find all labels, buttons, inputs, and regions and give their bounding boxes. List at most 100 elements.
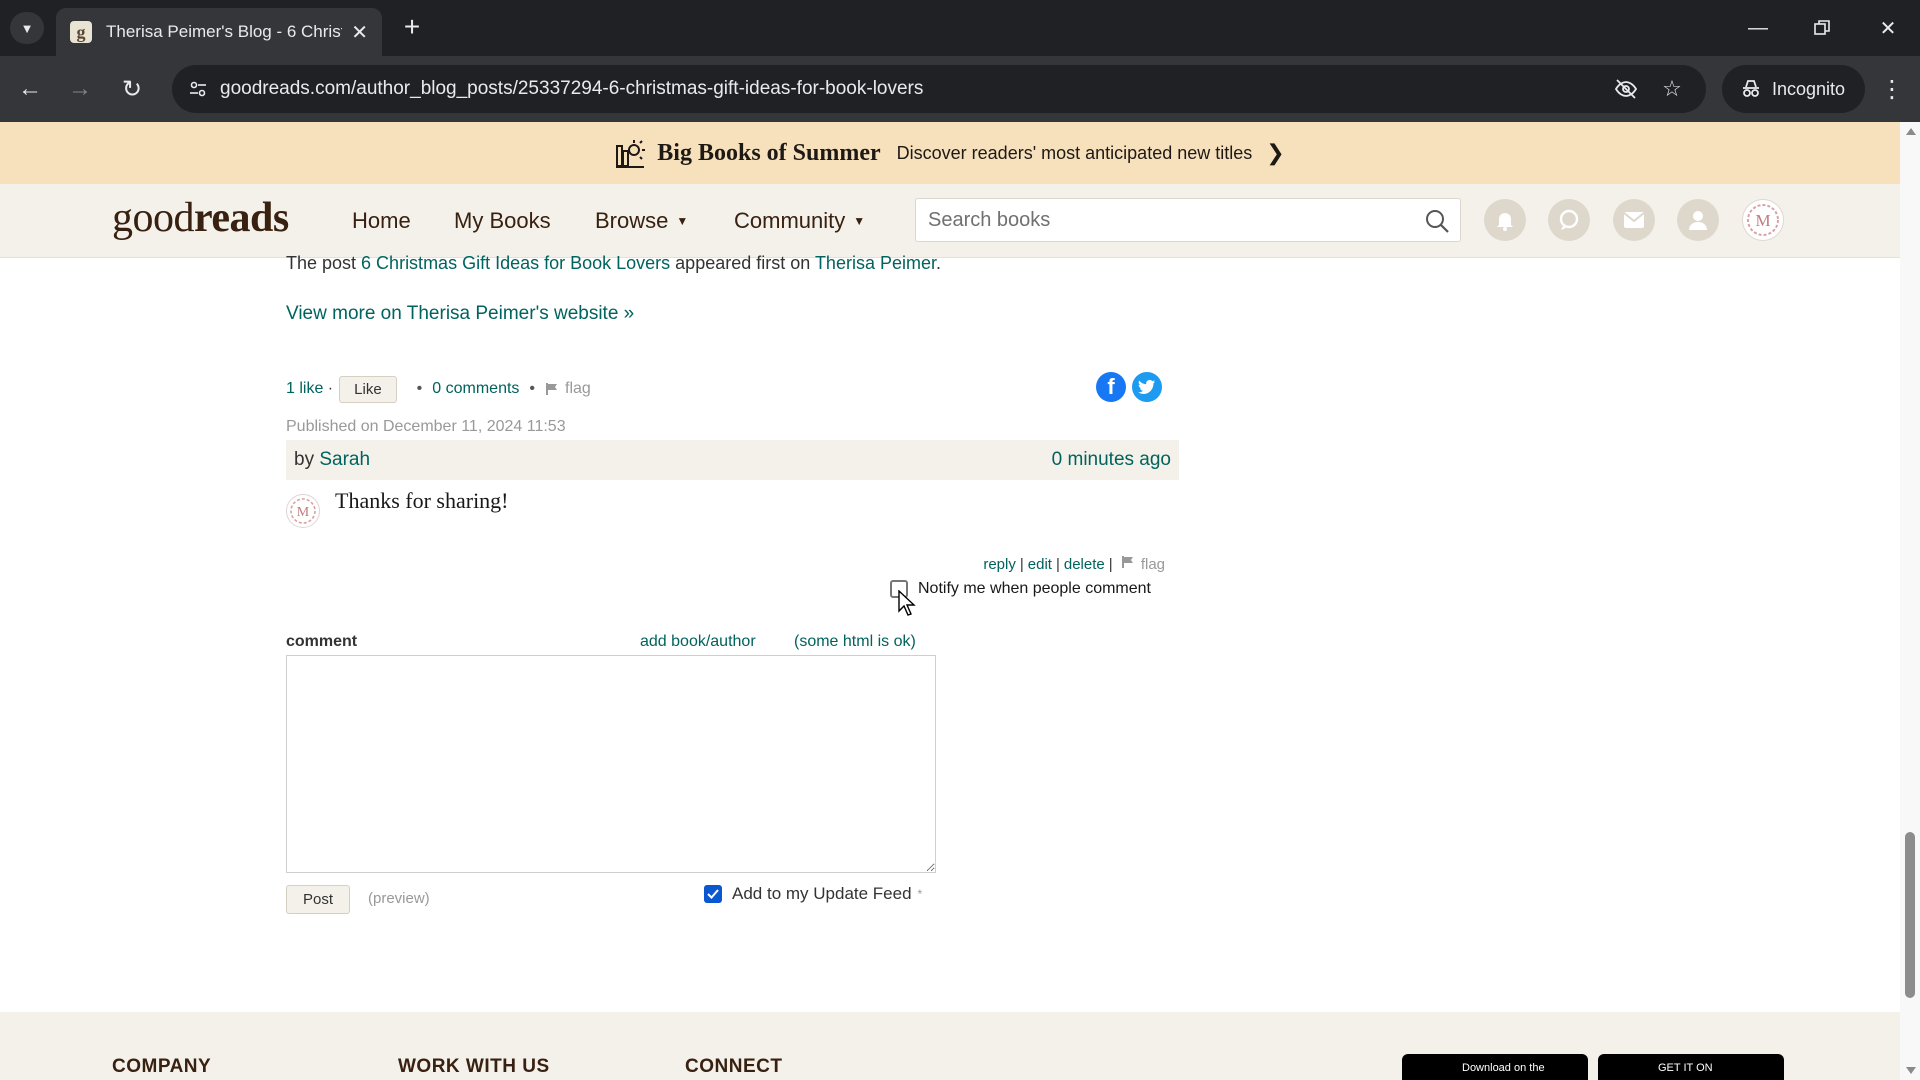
close-window-icon[interactable]: ✕ [1866,10,1910,46]
edit-link[interactable]: edit [1028,556,1052,573]
reply-link[interactable]: reply [983,556,1016,573]
nav-home[interactable]: Home [352,208,411,234]
minimize-window-icon[interactable]: — [1736,10,1780,46]
twitter-share-icon[interactable] [1132,372,1162,402]
comment-textarea[interactable] [286,655,936,873]
google-play-text: GET IT ON [1658,1062,1713,1074]
update-feed-label: Add to my Update Feed [732,884,912,903]
facebook-share-icon[interactable]: f [1096,372,1126,402]
friends-user-icon[interactable] [1677,199,1719,241]
checkmark-icon [707,889,719,899]
comment-actions: reply | edit | delete | flag [286,555,1165,573]
mouse-cursor-icon [898,590,916,616]
comment-header: by Sarah 0 minutes ago [286,440,1179,480]
comment-flag-link[interactable]: flag [1141,556,1165,573]
page-viewport: Big Books of Summer Discover readers' mo… [0,122,1900,1080]
notify-label: Notify me when people comment [918,580,1151,597]
post-comment-button[interactable]: Post [286,885,351,914]
likes-count-link[interactable]: 1 like [286,380,323,398]
footer-work-heading: WORK WITH US [398,1056,550,1077]
comment-body: Thanks for sharing! [335,488,509,513]
view-more-website-link[interactable]: View more on Therisa Peimer's website » [286,303,634,325]
post-title-link[interactable]: 6 Christmas Gift Ideas for Book Lovers [361,253,670,273]
separator-dot: · [323,380,334,397]
flag-link[interactable]: flag [565,380,591,398]
update-feed-asterisk: * [917,887,923,901]
comment-author-link[interactable]: Sarah [319,449,370,471]
flag-icon[interactable] [1121,555,1135,569]
comments-count-link[interactable]: 0 comments [432,380,519,398]
nav-community-dropdown[interactable]: Community ▼ [734,208,865,234]
published-date: Published on December 11, 2024 11:53 [286,418,566,435]
nav-browse-dropdown[interactable]: Browse ▼ [595,208,688,234]
goodreads-logo[interactable]: goodreads [112,194,289,242]
logo-light-text: good [112,195,195,241]
close-tab-icon[interactable]: ✕ [351,20,368,45]
separator-pipe: | [1055,556,1060,573]
browser-tab-bar: ▼ g Therisa Peimer's Blog - 6 Christmas … [0,0,1920,56]
incognito-icon [1743,80,1759,97]
address-bar[interactable]: goodreads.com/author_blog_posts/25337294… [172,65,1706,113]
post-prefix: The post [286,253,362,273]
eye-off-icon[interactable] [1612,75,1640,103]
page-scrollbar[interactable] [1900,122,1920,1080]
comment-time-link[interactable]: 0 minutes ago [1052,449,1171,471]
update-feed-option[interactable]: Add to my Update Feed * [704,884,922,904]
comment-by-label: by [294,449,315,470]
share-buttons: f [1096,372,1168,402]
some-html-ok-link[interactable]: (some html is ok) [794,633,916,651]
notify-option[interactable]: Notify me when people comment [890,580,1151,598]
url-text[interactable]: goodreads.com/author_blog_posts/25337294… [220,65,923,113]
promo-banner[interactable]: Big Books of Summer Discover readers' mo… [0,122,1900,184]
profile-avatar-icon[interactable]: M [1742,199,1784,241]
restore-window-icon[interactable] [1800,10,1844,46]
app-store-text: Download on the [1462,1062,1545,1074]
like-button[interactable]: Like [339,375,397,403]
app-store-badge[interactable]: Download on the [1402,1054,1588,1080]
scroll-up-arrow-icon[interactable] [1906,128,1916,135]
bookmark-star-icon[interactable]: ☆ [1658,75,1686,103]
search-input[interactable] [916,199,1396,241]
back-arrow-icon[interactable]: ← [12,71,48,107]
comment-avatar[interactable]: M [286,494,320,528]
promo-title: Big Books of Summer [657,139,881,166]
caret-down-icon: ▼ [676,214,689,228]
discussions-chat-icon[interactable] [1548,199,1590,241]
browser-menu-icon[interactable]: ⋮ [1874,71,1910,107]
post-actions: 1 like · Like • 0 comments • flag [286,374,591,404]
update-feed-checkbox[interactable] [704,885,722,903]
preview-link[interactable]: (preview) [368,890,430,907]
search-icon[interactable] [1424,208,1450,234]
incognito-profile-button[interactable]: Incognito [1722,65,1866,113]
new-tab-plus-icon[interactable]: + [396,12,428,44]
footer-connect-heading: CONNECT [685,1056,783,1077]
post-source-line: The post 6 Christmas Gift Ideas for Book… [286,253,941,274]
svg-text:M: M [1755,211,1770,230]
comment-label: comment [286,633,358,650]
site-footer: COMPANY WORK WITH US CONNECT Download on… [0,1012,1900,1080]
google-play-badge[interactable]: GET IT ON [1598,1054,1784,1080]
separator-pipe: | [1108,556,1113,573]
messages-envelope-icon[interactable] [1613,199,1655,241]
site-header: goodreads Home My Books Browse ▼ Communit… [0,184,1900,258]
flag-icon[interactable] [545,382,559,396]
caret-down-icon: ▼ [853,214,866,228]
browser-tab-active[interactable]: g Therisa Peimer's Blog - 6 Christmas Gi… [56,8,382,56]
site-name-link[interactable]: Therisa Peimer [815,253,936,273]
delete-link[interactable]: delete [1064,556,1105,573]
scrollbar-thumb[interactable] [1905,832,1915,998]
add-book-author-link[interactable]: add book/author [640,633,756,651]
site-settings-icon[interactable] [184,75,212,103]
post-middle: appeared first on [670,253,815,273]
tab-search-button[interactable]: ▼ [10,12,44,44]
nav-browse-label: Browse [595,208,669,233]
chevron-down-icon: ▼ [20,20,34,36]
reload-icon[interactable]: ↻ [114,71,150,107]
notifications-bell-icon[interactable] [1484,199,1526,241]
post-suffix: . [935,253,941,273]
nav-my-books[interactable]: My Books [454,208,551,234]
logo-bold-text: reads [194,195,289,241]
scroll-down-arrow-icon[interactable] [1906,1067,1916,1074]
forward-arrow-icon[interactable]: → [62,71,98,107]
incognito-label: Incognito [1772,78,1846,99]
